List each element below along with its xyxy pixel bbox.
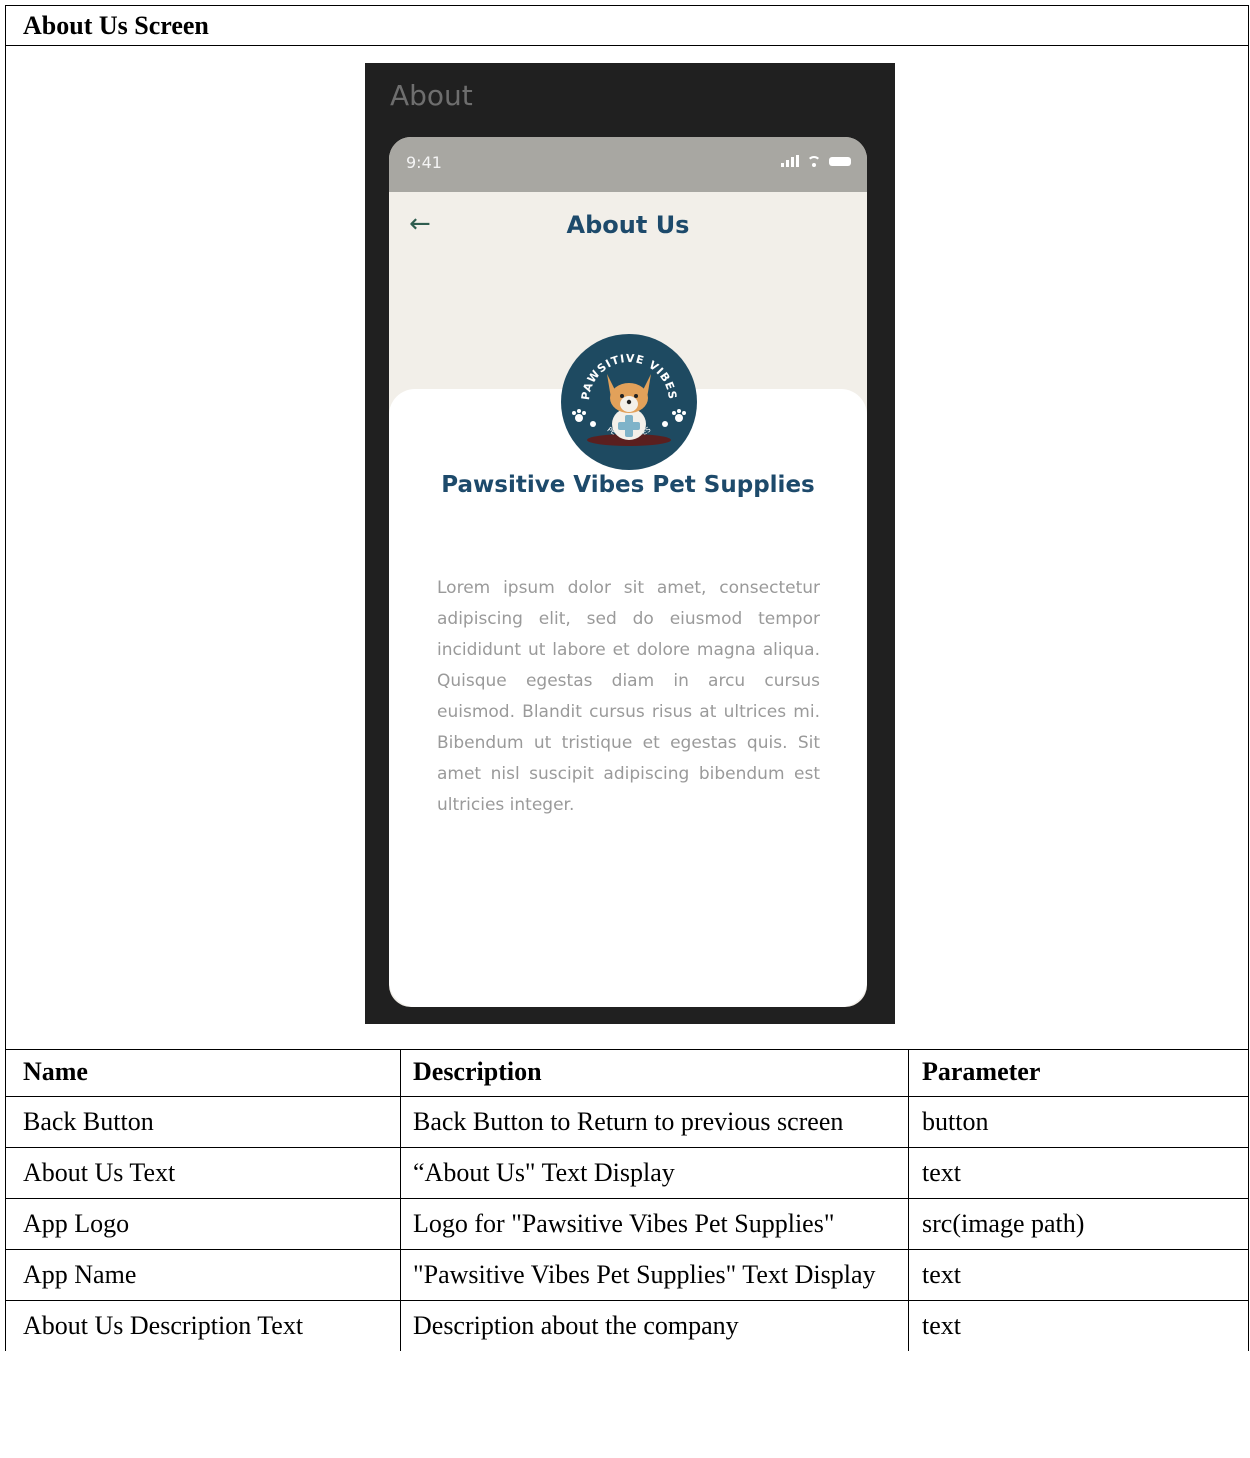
row-name: About Us Text — [5, 1147, 401, 1199]
battery-icon — [829, 157, 851, 166]
header-parameter: Parameter — [908, 1049, 1249, 1097]
row-description: “About Us" Text Display — [400, 1147, 909, 1199]
header-description: Description — [400, 1049, 909, 1097]
table-row: About Us Text “About Us" Text Display te… — [5, 1147, 1249, 1199]
about-description: Lorem ipsum dolor sit amet, consectetur … — [437, 578, 820, 815]
document: About Us Screen About 9:41 ← About Us PA… — [0, 0, 1250, 1458]
app-name: Pawsitive Vibes Pet Supplies — [441, 472, 815, 498]
row-parameter: text — [908, 1147, 1249, 1199]
mockup-frame: About 9:41 ← About Us PAWSITIVE VIBES PE… — [365, 63, 895, 1024]
row-name: About Us Description Text — [5, 1300, 401, 1351]
row-description: Back Button to Return to previous screen — [400, 1096, 909, 1148]
nav-title: About Us — [566, 211, 690, 239]
row-parameter: text — [908, 1249, 1249, 1301]
row-name: App Logo — [5, 1198, 401, 1250]
frame-title: About — [390, 79, 473, 112]
row-description: Description about the company — [400, 1300, 909, 1351]
status-bar: 9:41 — [389, 137, 867, 192]
wifi-icon — [807, 156, 821, 167]
row-name: Back Button — [5, 1096, 401, 1148]
row-description: "Pawsitive Vibes Pet Supplies" Text Disp… — [400, 1249, 909, 1301]
row-parameter: text — [908, 1300, 1249, 1351]
spec-table: Name Description Parameter Back Button B… — [5, 1049, 1249, 1351]
status-time: 9:41 — [406, 153, 442, 172]
status-icons — [781, 155, 851, 167]
row-name: App Name — [5, 1249, 401, 1301]
table-row: Back Button Back Button to Return to pre… — [5, 1096, 1249, 1148]
table-row: App Name "Pawsitive Vibes Pet Supplies" … — [5, 1249, 1249, 1301]
signal-icon — [781, 155, 799, 167]
page-title: About Us Screen — [5, 5, 1249, 46]
header-name: Name — [5, 1049, 401, 1097]
table-row: About Us Description Text Description ab… — [5, 1300, 1249, 1351]
table-row: App Logo Logo for "Pawsitive Vibes Pet S… — [5, 1198, 1249, 1250]
table-header-row: Name Description Parameter — [5, 1049, 1249, 1097]
phone-screen: 9:41 ← About Us PAWSITIVE VIBES PE ES Pa… — [389, 137, 867, 1007]
row-parameter: src(image path) — [908, 1198, 1249, 1250]
app-logo: PAWSITIVE VIBES PET SUPPLIES — [561, 334, 697, 470]
row-description: Logo for "Pawsitive Vibes Pet Supplies" — [400, 1198, 909, 1250]
row-parameter: button — [908, 1096, 1249, 1148]
